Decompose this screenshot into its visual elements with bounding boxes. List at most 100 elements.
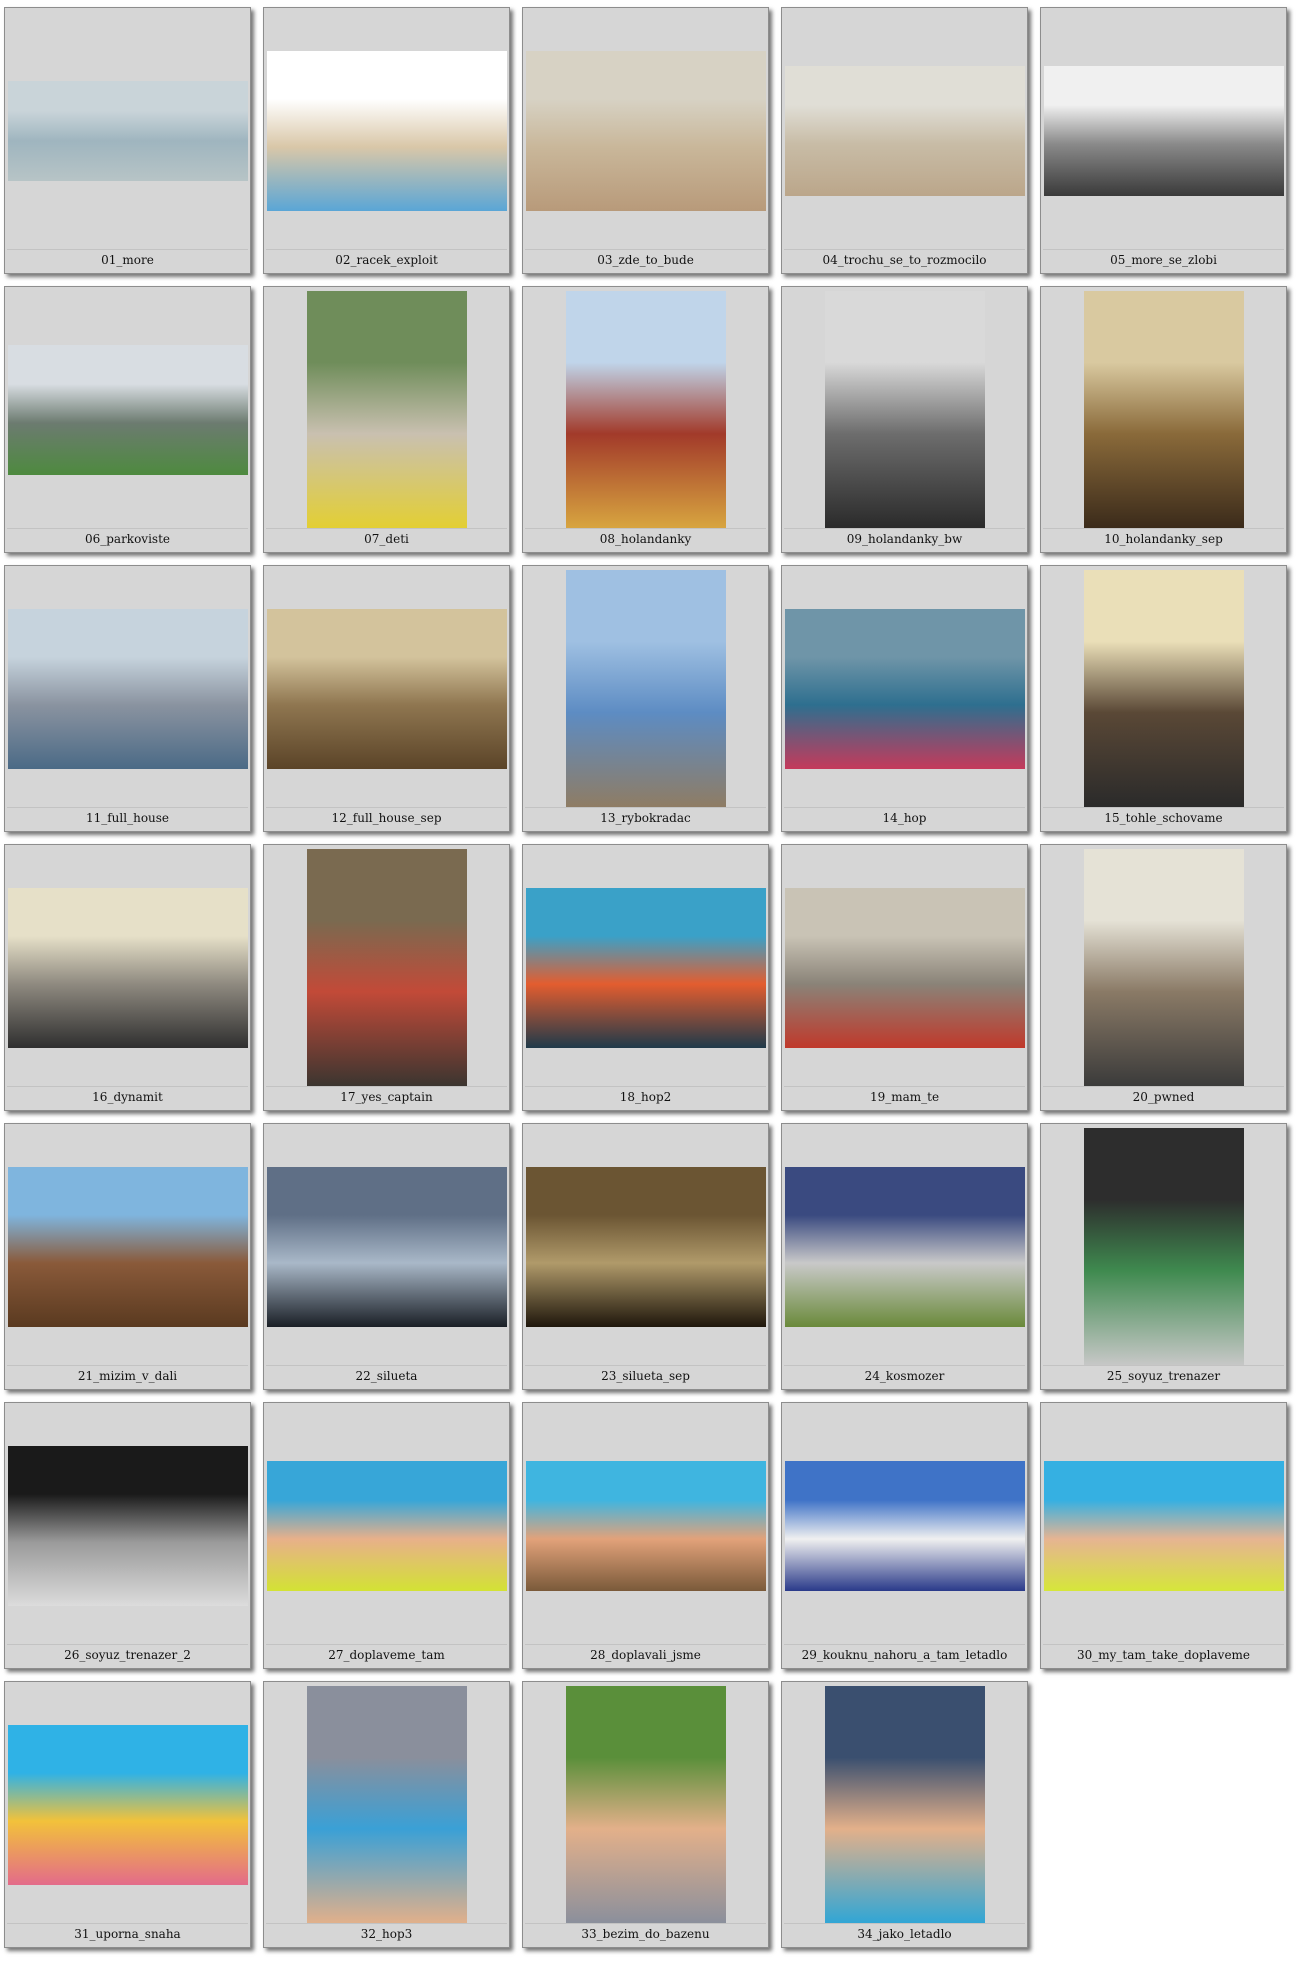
gallery-tile[interactable]: 19_mam_te xyxy=(781,844,1028,1111)
thumbnail-image[interactable] xyxy=(7,609,248,769)
thumbnail-image[interactable] xyxy=(7,1725,248,1885)
gallery-tile[interactable]: 02_racek_exploit xyxy=(263,7,510,274)
thumbnail-image[interactable] xyxy=(7,345,248,475)
thumbnail-image[interactable] xyxy=(565,1686,726,1924)
thumbnail-frame xyxy=(7,10,248,252)
thumbnail-frame xyxy=(784,1405,1025,1647)
thumbnail-image[interactable] xyxy=(1043,66,1284,196)
thumbnail-image[interactable] xyxy=(266,1461,507,1591)
gallery-tile[interactable]: 20_pwned xyxy=(1040,844,1287,1111)
gallery-tile[interactable]: 25_soyuz_trenazer xyxy=(1040,1123,1287,1390)
thumbnail-frame xyxy=(7,568,248,810)
thumbnail-image[interactable] xyxy=(784,1167,1025,1327)
thumbnail-frame xyxy=(525,1126,766,1368)
thumbnail-image[interactable] xyxy=(824,1686,985,1924)
gallery-tile[interactable]: 21_mizim_v_dali xyxy=(4,1123,251,1390)
gallery-tile[interactable]: 23_silueta_sep xyxy=(522,1123,769,1390)
gallery-tile[interactable]: 31_uporna_snaha xyxy=(4,1681,251,1948)
thumbnail-image[interactable] xyxy=(266,609,507,769)
thumbnail-image[interactable] xyxy=(565,291,726,529)
thumbnail-image[interactable] xyxy=(306,1686,467,1924)
gallery-tile[interactable]: 04_trochu_se_to_rozmocilo xyxy=(781,7,1028,274)
thumbnail-image[interactable] xyxy=(266,51,507,211)
thumbnail-caption: 12_full_house_sep xyxy=(331,811,442,825)
thumbnail-image[interactable] xyxy=(1083,1128,1244,1366)
gallery-tile[interactable]: 28_doplavali_jsme xyxy=(522,1402,769,1669)
gallery-tile[interactable]: 12_full_house_sep xyxy=(263,565,510,832)
gallery-tile[interactable]: 08_holandanky xyxy=(522,286,769,553)
thumbnail-caption: 16_dynamit xyxy=(92,1090,163,1104)
gallery-tile[interactable]: 22_silueta xyxy=(263,1123,510,1390)
gallery-tile[interactable]: 01_more xyxy=(4,7,251,274)
thumbnail-image[interactable] xyxy=(525,1167,766,1327)
thumbnail-frame xyxy=(266,1684,507,1926)
thumbnail-caption: 09_holandanky_bw xyxy=(846,532,963,546)
gallery-tile[interactable]: 13_rybokradac xyxy=(522,565,769,832)
thumbnail-caption: 25_soyuz_trenazer xyxy=(1106,1369,1221,1383)
thumbnail-gallery: 01_more 02_racek_exploit 03_zde_to_bude 04_… xyxy=(0,0,1304,1981)
gallery-tile[interactable]: 09_holandanky_bw xyxy=(781,286,1028,553)
thumbnail-image[interactable] xyxy=(306,291,467,529)
gallery-tile[interactable]: 29_kouknu_nahoru_a_tam_letadlo xyxy=(781,1402,1028,1669)
gallery-tile[interactable]: 07_deti xyxy=(263,286,510,553)
thumbnail-image[interactable] xyxy=(565,570,726,808)
thumbnail-caption: 30_my_tam_take_doplaveme xyxy=(1076,1648,1251,1662)
thumbnail-caption: 17_yes_captain xyxy=(340,1090,433,1104)
thumbnail-frame xyxy=(266,1126,507,1368)
thumbnail-image[interactable] xyxy=(525,1461,766,1591)
thumbnail-image[interactable] xyxy=(1043,1461,1284,1591)
thumbnail-image[interactable] xyxy=(784,888,1025,1048)
gallery-tile[interactable]: 27_doplaveme_tam xyxy=(263,1402,510,1669)
thumbnail-caption: 02_racek_exploit xyxy=(335,253,438,267)
gallery-tile[interactable]: 17_yes_captain xyxy=(263,844,510,1111)
thumbnail-caption: 07_deti xyxy=(364,532,409,546)
thumbnail-image[interactable] xyxy=(266,1167,507,1327)
thumbnail-image[interactable] xyxy=(7,1167,248,1327)
thumbnail-frame xyxy=(1043,10,1284,252)
thumbnail-image[interactable] xyxy=(525,51,766,211)
thumbnail-image[interactable] xyxy=(784,1461,1025,1591)
gallery-tile[interactable]: 03_zde_to_bude xyxy=(522,7,769,274)
thumbnail-frame xyxy=(525,568,766,810)
thumbnail-frame xyxy=(7,1684,248,1926)
thumbnail-image[interactable] xyxy=(7,81,248,181)
thumbnail-frame xyxy=(784,568,1025,810)
thumbnail-frame xyxy=(266,1405,507,1647)
gallery-tile[interactable]: 26_soyuz_trenazer_2 xyxy=(4,1402,251,1669)
gallery-tile[interactable]: 34_jako_letadlo xyxy=(781,1681,1028,1948)
thumbnail-caption: 06_parkoviste xyxy=(84,532,171,546)
thumbnail-caption: 28_doplavali_jsme xyxy=(590,1648,701,1662)
thumbnail-caption: 15_tohle_schovame xyxy=(1104,811,1223,825)
thumbnail-image[interactable] xyxy=(824,291,985,529)
thumbnail-caption: 27_doplaveme_tam xyxy=(328,1648,445,1662)
gallery-tile[interactable]: 10_holandanky_sep xyxy=(1040,286,1287,553)
thumbnail-image[interactable] xyxy=(525,888,766,1048)
gallery-tile[interactable]: 30_my_tam_take_doplaveme xyxy=(1040,1402,1287,1669)
thumbnail-image[interactable] xyxy=(306,849,467,1087)
gallery-tile[interactable]: 11_full_house xyxy=(4,565,251,832)
thumbnail-frame xyxy=(525,1684,766,1926)
gallery-tile[interactable]: 32_hop3 xyxy=(263,1681,510,1948)
gallery-tile[interactable]: 16_dynamit xyxy=(4,844,251,1111)
gallery-tile[interactable]: 05_more_se_zlobi xyxy=(1040,7,1287,274)
gallery-tile[interactable]: 24_kosmozer xyxy=(781,1123,1028,1390)
thumbnail-caption: 01_more xyxy=(101,253,154,267)
gallery-tile[interactable]: 18_hop2 xyxy=(522,844,769,1111)
thumbnail-caption: 22_silueta xyxy=(355,1369,418,1383)
thumbnail-caption: 29_kouknu_nahoru_a_tam_letadlo xyxy=(801,1648,1008,1662)
thumbnail-image[interactable] xyxy=(7,1446,248,1606)
gallery-tile[interactable]: 15_tohle_schovame xyxy=(1040,565,1287,832)
thumbnail-image[interactable] xyxy=(7,888,248,1048)
thumbnail-caption: 19_mam_te xyxy=(869,1090,940,1104)
thumbnail-image[interactable] xyxy=(1083,570,1244,808)
gallery-tile[interactable]: 33_bezim_do_bazenu xyxy=(522,1681,769,1948)
thumbnail-image[interactable] xyxy=(784,609,1025,769)
thumbnail-caption: 13_rybokradac xyxy=(600,811,691,825)
thumbnail-image[interactable] xyxy=(784,66,1025,196)
thumbnail-caption: 08_holandanky xyxy=(599,532,692,546)
gallery-tile[interactable]: 14_hop xyxy=(781,565,1028,832)
thumbnail-image[interactable] xyxy=(1083,849,1244,1087)
thumbnail-image[interactable] xyxy=(1083,291,1244,529)
gallery-tile[interactable]: 06_parkoviste xyxy=(4,286,251,553)
thumbnail-caption: 20_pwned xyxy=(1132,1090,1195,1104)
